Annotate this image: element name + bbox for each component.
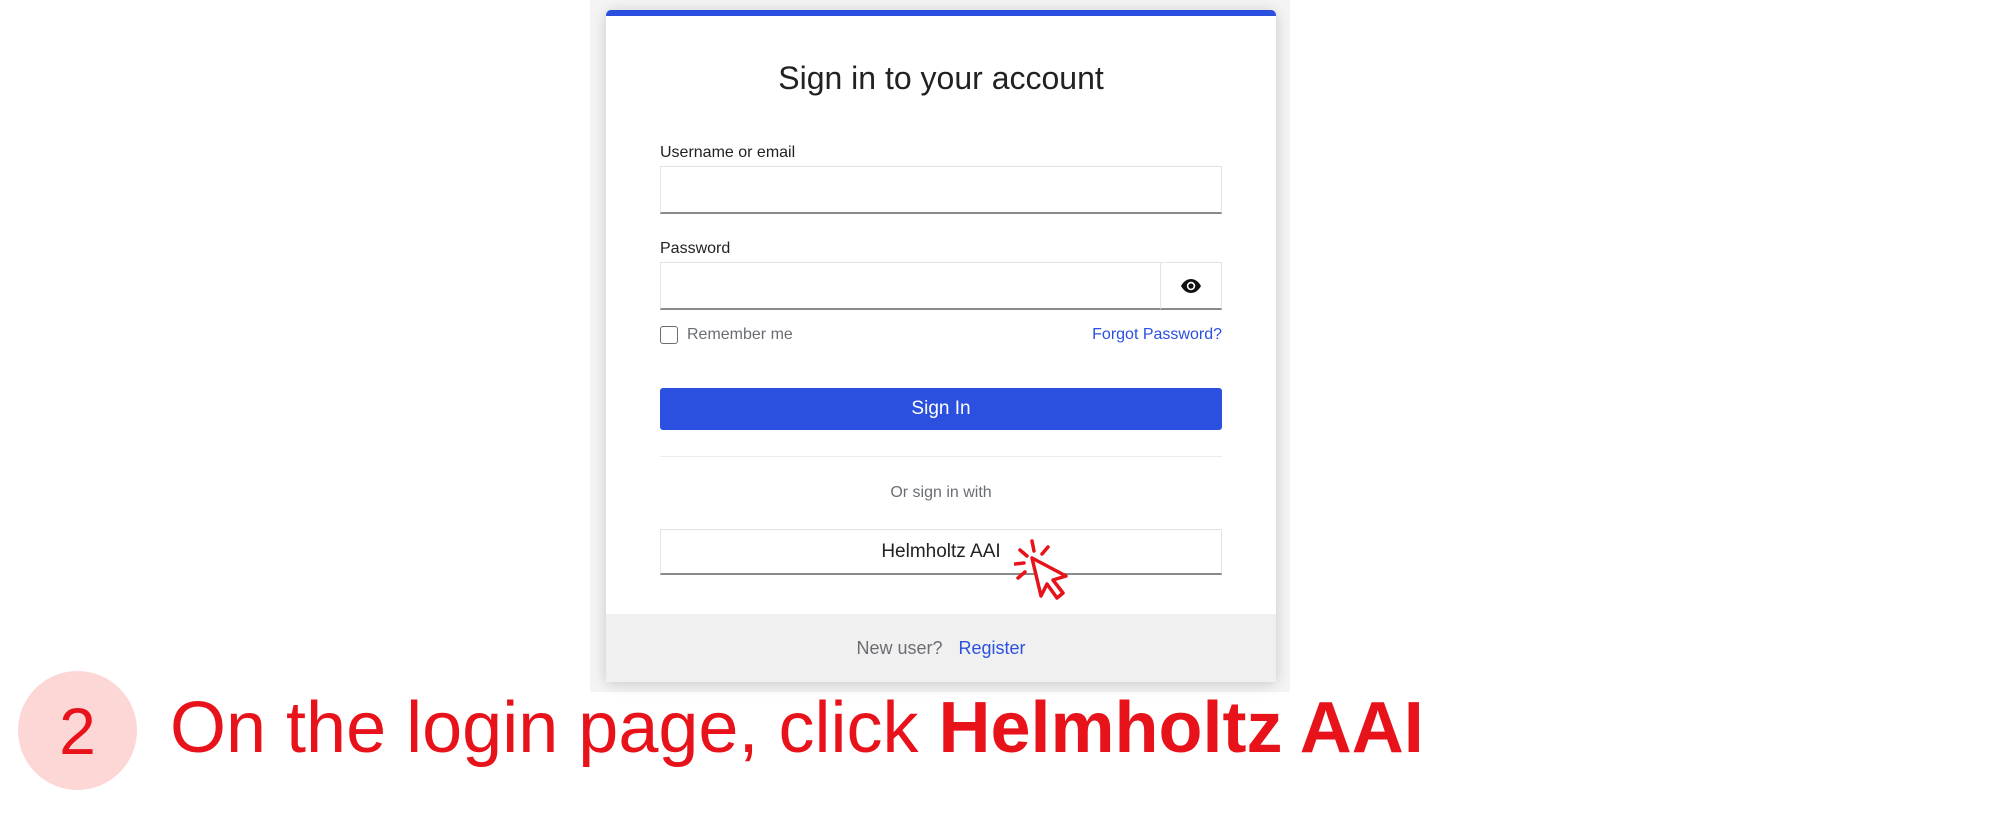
forgot-password-link[interactable]: Forgot Password?	[1092, 326, 1222, 344]
register-link[interactable]: Register	[959, 638, 1026, 659]
or-sign-in-with-text: Or sign in with	[890, 484, 992, 501]
show-password-button[interactable]	[1160, 262, 1222, 310]
remember-me-checkbox[interactable]	[660, 326, 678, 344]
password-label: Password	[660, 240, 731, 257]
username-label: Username or email	[660, 144, 796, 161]
new-user-text: New user?	[856, 637, 943, 658]
sign-in-button[interactable]: Sign In	[660, 388, 1222, 430]
page-title: Sign in to your account	[778, 60, 1104, 96]
tutorial-screenshot: Sign in to your account Username or emai…	[0, 0, 2000, 819]
divider	[660, 456, 1222, 457]
instruction-prefix: On the login page, click	[170, 688, 939, 768]
eye-icon	[1181, 278, 1201, 293]
helmholtz-aai-button[interactable]: Helmholtz AAI	[660, 529, 1222, 575]
username-input[interactable]	[660, 166, 1222, 214]
remember-me-label: Remember me	[687, 326, 793, 343]
password-input[interactable]	[660, 262, 1160, 310]
instruction-target: Helmholtz AAI	[938, 688, 1424, 768]
step-number-badge: 2	[18, 671, 137, 790]
click-pointer-icon	[1014, 539, 1068, 600]
login-card: Sign in to your account Username or emai…	[606, 10, 1276, 682]
instruction-text: On the login page, click Helmholtz AAI	[170, 683, 1424, 773]
card-footer: New user? Register	[606, 614, 1276, 682]
